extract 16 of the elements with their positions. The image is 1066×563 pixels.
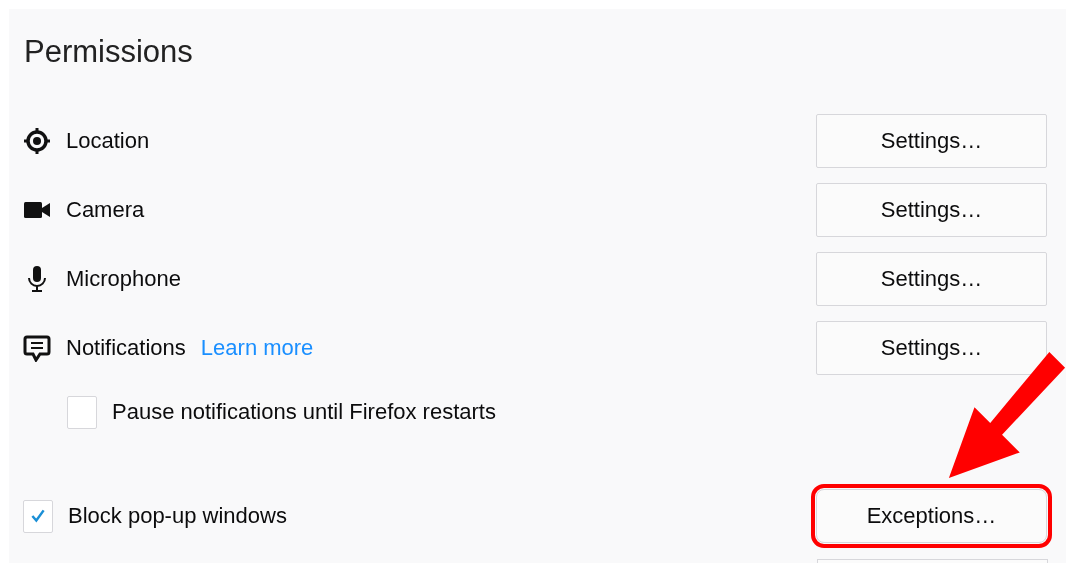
settings-button[interactable]: Settings… xyxy=(816,183,1047,237)
checkbox[interactable] xyxy=(67,395,97,429)
section-title: Permissions xyxy=(24,34,194,70)
checkbox-label: Block pop-up windows xyxy=(68,503,287,529)
checkbox-label: Pause notifications until Firefox restarts xyxy=(112,399,496,425)
permission-label: Microphone xyxy=(66,266,181,292)
crosshair-icon xyxy=(23,127,51,155)
permission-label: Notifications xyxy=(66,335,186,361)
settings-button[interactable]: Settings… xyxy=(816,252,1047,306)
settings-button[interactable]: Settings… xyxy=(816,321,1047,375)
permission-label: Location xyxy=(66,128,150,154)
checkmark-icon xyxy=(29,507,47,525)
checkbox[interactable] xyxy=(23,499,53,533)
settings-button[interactable]: Settings… xyxy=(816,114,1047,168)
permission-label: Camera xyxy=(66,197,145,223)
speech-bubble-icon xyxy=(23,334,51,362)
